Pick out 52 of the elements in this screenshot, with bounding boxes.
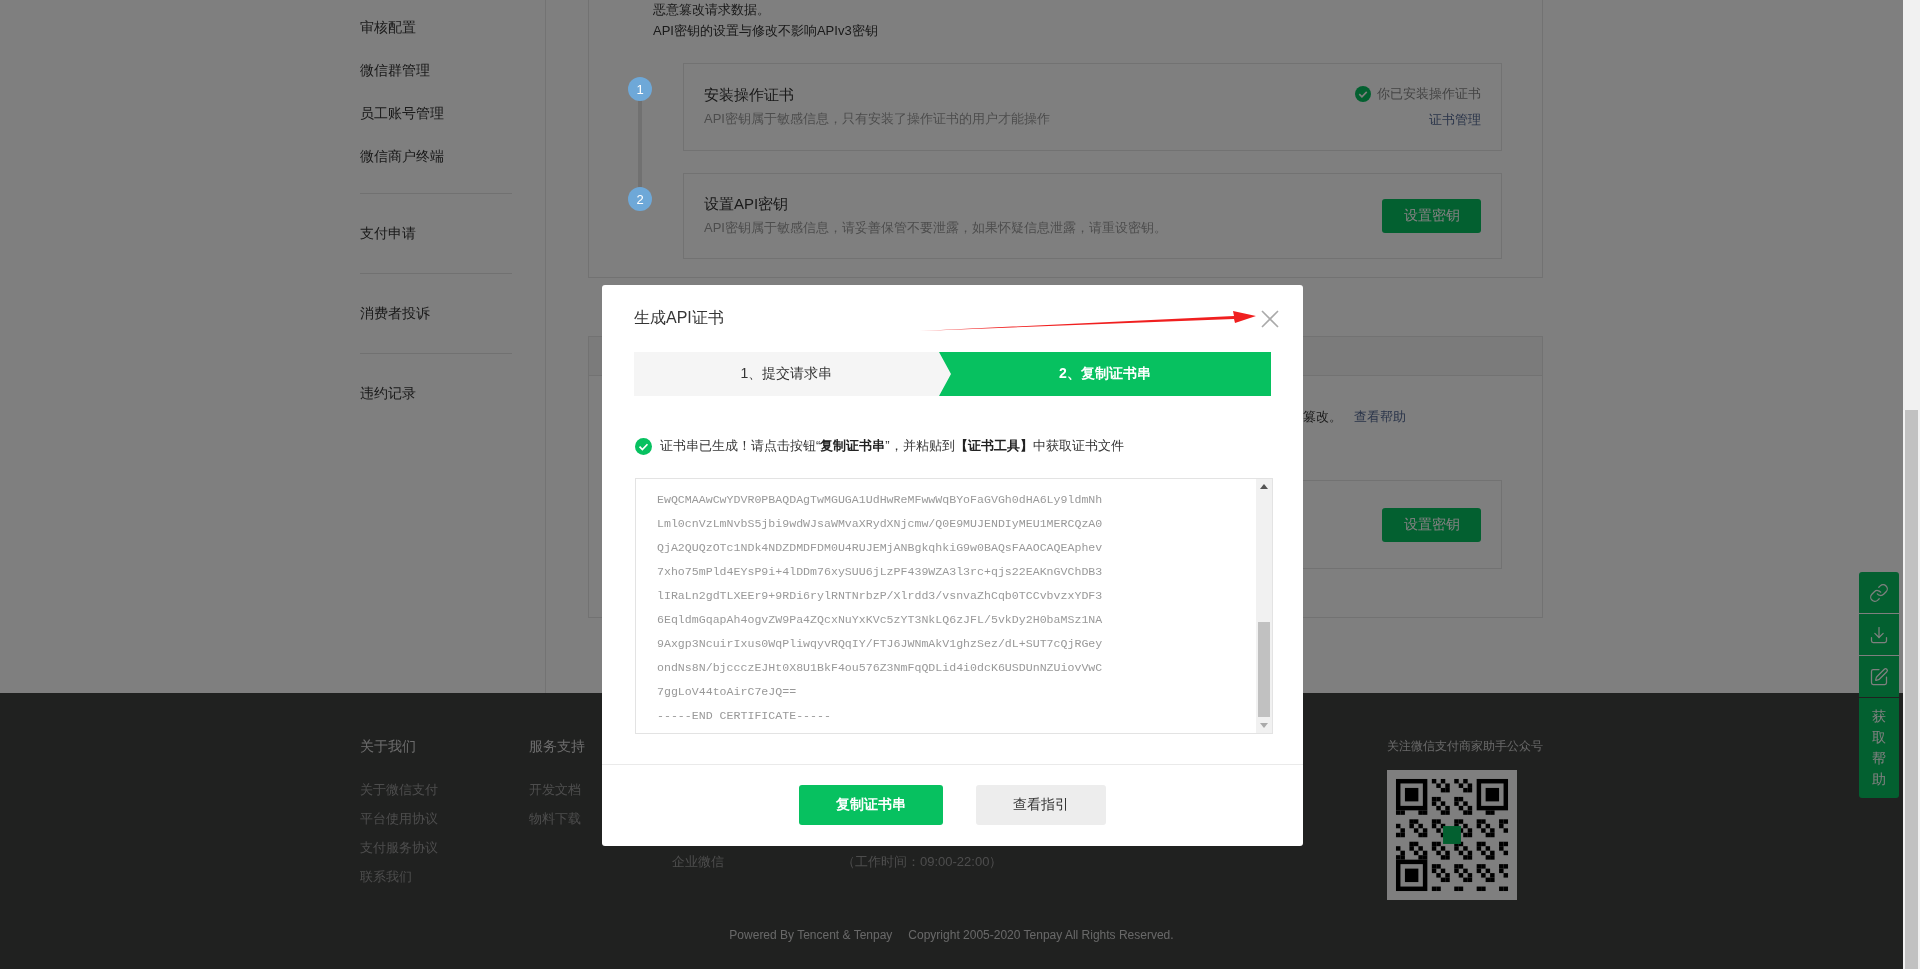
certificate-manage-link[interactable]: 证书管理 [1429,111,1481,129]
sidebar-item[interactable]: 员工账号管理 [360,104,444,123]
copy-button[interactable]: 复制证书串 [799,785,943,825]
step-tab[interactable]: 2、复制证书串 [939,352,1271,396]
download-button[interactable] [1859,614,1899,655]
certificate-line: 9Axgp3NcuirIxus0WqPliwqyvRQqIY/FTJ6JWNmAkV1ghzSez/dL+SUT7cQjRGey [657,636,1103,652]
intro-text: 恶意篡改请求数据。 [653,1,771,19]
certificate-line: lIRaLn2gdTLXEEr9+9RDi6rylRNTNrbzP/Xlrdd3/vsnvaZhCqb0TCCvbvzxYDF3 [657,588,1103,604]
step-tab[interactable]: 1、提交请求串 [634,352,939,396]
guide-button[interactable]: 查看指引 [976,785,1106,825]
check-icon [1355,86,1371,102]
sidebar-item[interactable]: 微信群管理 [360,61,430,80]
step-number: 2 [628,187,652,211]
certificate-field[interactable] [635,478,1273,734]
copyright-text: Copyright 2005-2020 Tenpay All Rights Reserved. [908,927,1174,944]
step-title: 安装操作证书 [704,86,795,105]
certificate-line: EwQCMAAwCwYDVR0PBAQDAgTwMGUGA1UdHwReMFwwWqBYoFaGVGh0dHA6Ly9ldmNh [657,492,1103,508]
certificate-line: Lml0cnVzLmNvbS5jbi9wdWJsaWMvaXRydXNjcmw/Q0E9MUJENDIyMEU1MERCQzA0 [657,516,1103,532]
close-button[interactable] [1261,309,1279,328]
certificate-line: ondNs8N/bjccczEJHt0X8U1BkF4ou576Z3NmFqQDLid4i0dcK6USDUnNZUiovVwC [657,660,1103,676]
footer-heading: 服务支持 [529,737,586,756]
certificate-line: -----END CERTIFICATE----- [657,708,831,724]
check-icon [635,437,652,455]
powered-by-text: Powered By Tencent & Tenpay [729,927,893,944]
step-title: 设置API密钥 [704,195,790,214]
close-icon [1261,309,1279,328]
sidebar-item[interactable]: 违约记录 [360,384,416,403]
certificate-line: 6EqldmGqapAh4ogvZW9Pa4ZQcxNuYxKVc5zYT3NkLQ6zJFL/5vkDy2H0baMSz1NA [657,612,1103,628]
help-link[interactable]: 查看帮助 [1354,407,1406,427]
footer-heading: 关于我们 [360,737,417,756]
certificate-line: 7ggLoV44toAirC7eJQ== [657,684,797,700]
scrollbar[interactable] [1256,479,1272,733]
sidebar-item[interactable]: 微信商户终端 [360,147,444,166]
success-message: 证书串已生成！请点击按钮“复制证书串”，并粘贴到【证书工具】中获取证书文件 [660,437,1124,455]
sidebar-item[interactable]: 支付申请 [360,224,416,243]
scrollbar[interactable] [1903,0,1920,969]
intro-text: API密钥的设置与修改不影响APIv3密钥 [653,22,879,40]
dialog-title: 生成API证书 [634,307,724,328]
scroll-down-icon[interactable] [1260,723,1268,728]
sidebar-item[interactable]: 消费者投诉 [360,304,430,323]
card-text: 篡改。 [1303,408,1342,426]
sidebar-item[interactable]: 审核配置 [360,18,416,37]
link-button[interactable] [1859,572,1899,613]
qr-title: 关注微信支付商家助手公众号 [1387,738,1544,754]
certificate-line: QjA2QUQzOTc1NDk4NDZDMDFDM0U4RUJEMjANBgkqhkiG9w0BAQsFAAOCAQEAphev [657,540,1103,556]
scroll-up-icon[interactable] [1260,484,1268,489]
download-icon [1869,624,1889,645]
certificate-line: 7xho75mPld4EYsP9i+4lDDm76xySUU6jLzPF439WZA3l3rc+qjs22EAKnGVChDB3 [657,564,1103,580]
link-icon [1869,582,1889,603]
step-number: 1 [628,77,652,101]
edit-icon [1869,666,1889,687]
edit-button[interactable] [1859,656,1899,697]
